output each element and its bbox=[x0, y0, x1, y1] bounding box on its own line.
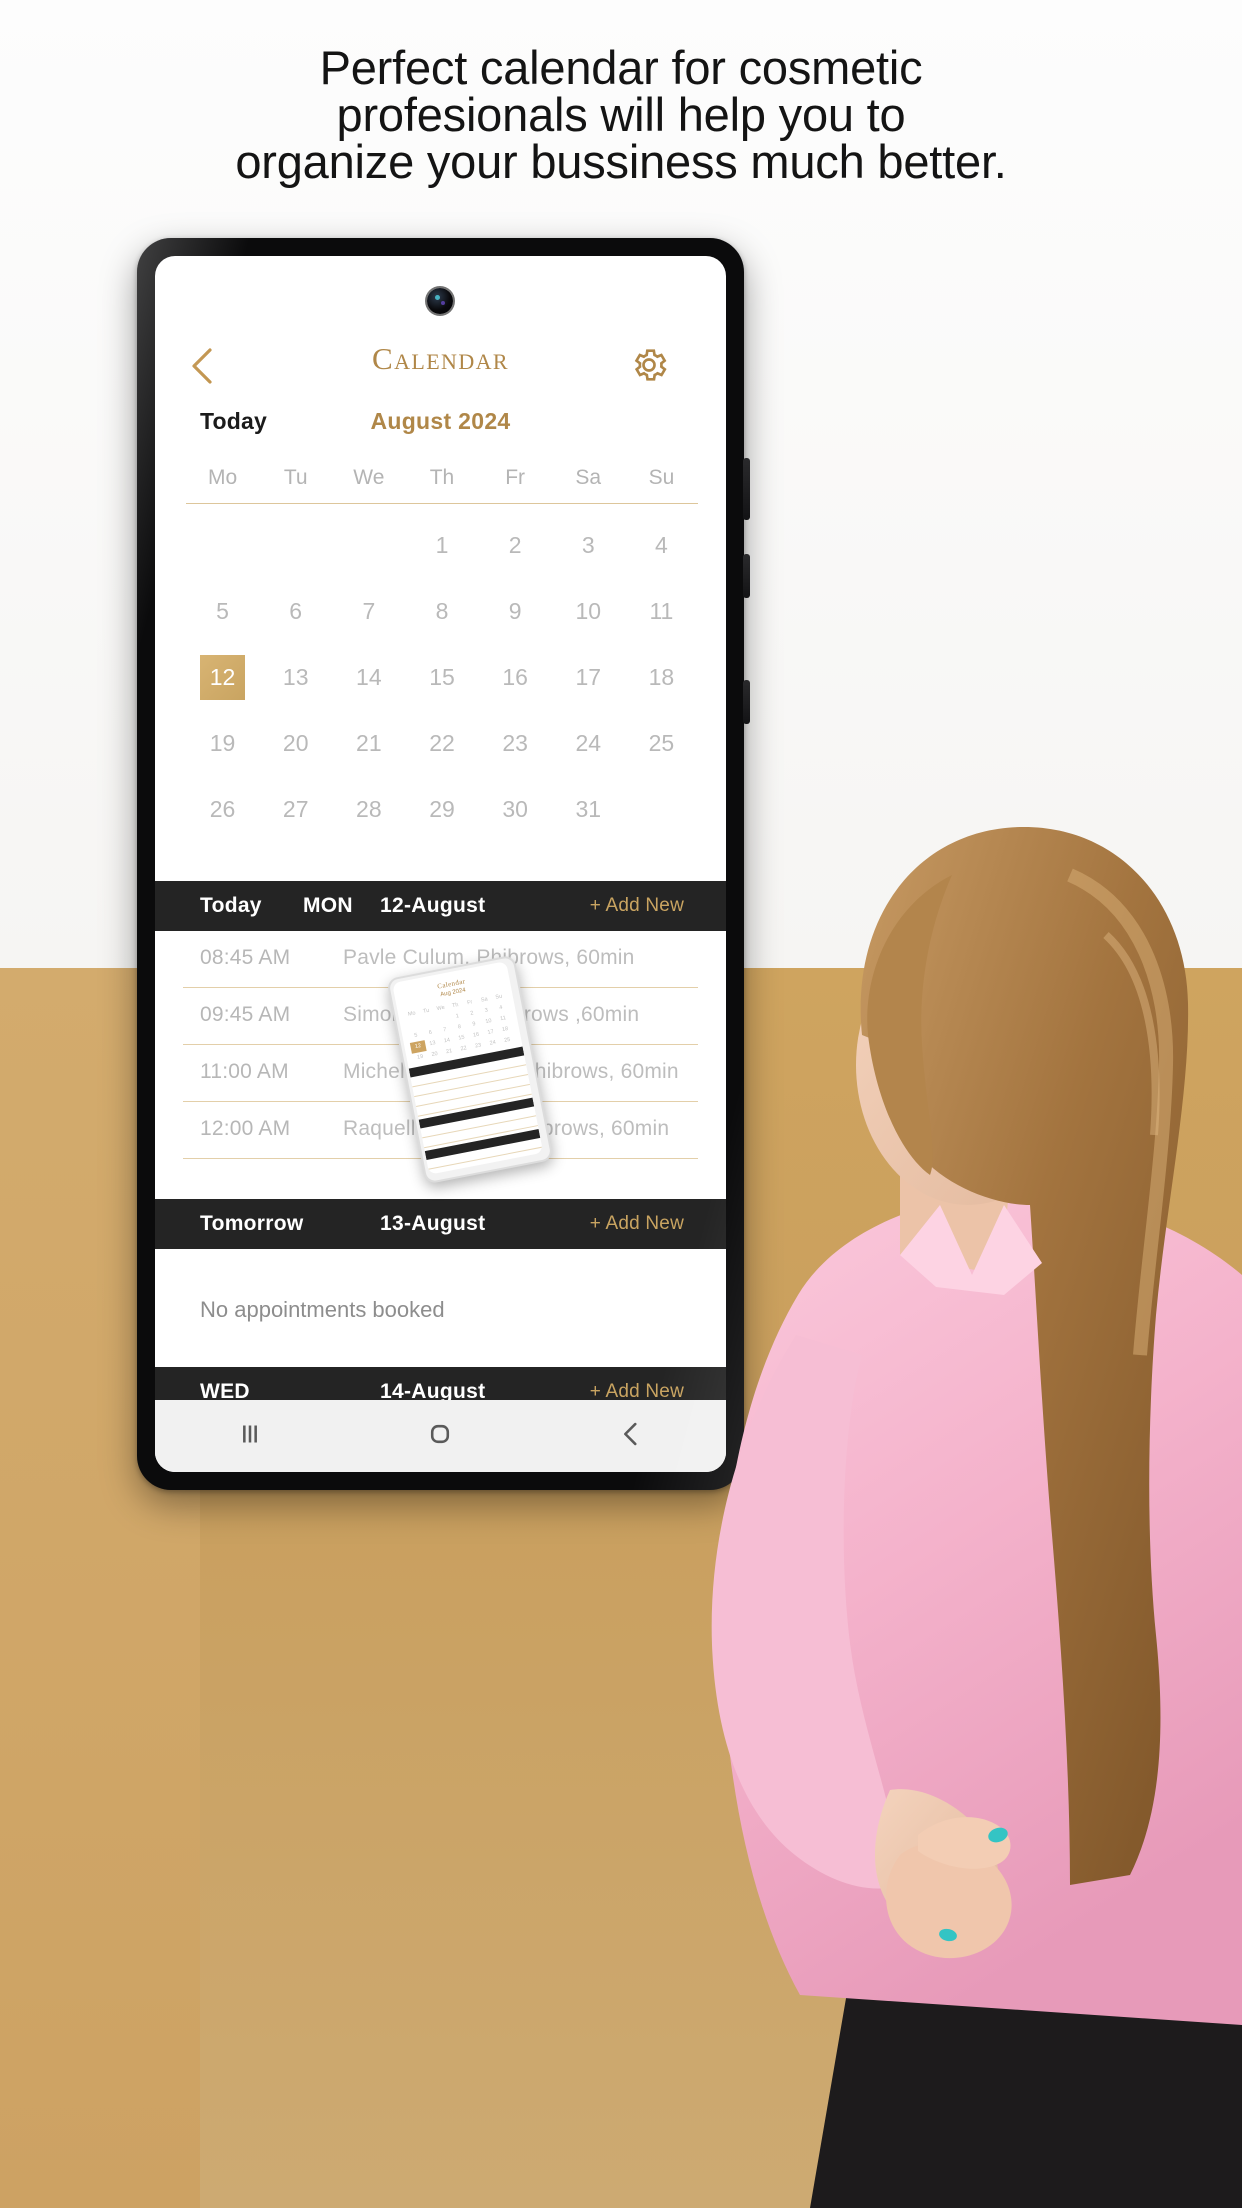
weekday-tu: Tu bbox=[283, 466, 308, 489]
front-camera-punch-hole bbox=[427, 288, 453, 314]
calendar-day[interactable]: 2 bbox=[479, 520, 552, 570]
calendar-divider bbox=[186, 503, 698, 504]
calendar-week-row: 12 13 14 15 16 17 18 bbox=[186, 652, 698, 702]
calendar-grid: Mo Tu We Th Fr Sa Su 1 2 3 4 5 6 7 8 9 1… bbox=[186, 466, 698, 834]
headline-line-2: profesionals will help you to bbox=[336, 88, 906, 141]
weekday-header-row: Mo Tu We Th Fr Sa Su bbox=[186, 466, 698, 503]
calendar-day[interactable]: 3 bbox=[552, 520, 625, 570]
empty-state-text: No appointments booked bbox=[200, 1297, 445, 1322]
app-header: Calendar bbox=[155, 339, 726, 395]
agenda-section-date: 12-August bbox=[380, 894, 486, 917]
calendar-day[interactable]: 24 bbox=[552, 718, 625, 768]
agenda-section-date: 13-August bbox=[380, 1212, 486, 1235]
headline-line-1: Perfect calendar for cosmetic bbox=[319, 41, 923, 94]
phone-side-button-volume-up[interactable] bbox=[743, 458, 750, 520]
calendar-day[interactable]: 29 bbox=[405, 784, 478, 834]
calendar-week-row: 5 6 7 8 9 10 11 bbox=[186, 586, 698, 636]
appointment-time: 09:45 AM bbox=[200, 1003, 291, 1026]
calendar-day[interactable]: 22 bbox=[405, 718, 478, 768]
appointment-time: 11:00 AM bbox=[200, 1060, 289, 1083]
agenda-section-header: Tomorrow 13-August + Add New bbox=[155, 1199, 726, 1249]
weekday-su: Su bbox=[648, 466, 675, 489]
calendar-day[interactable]: 23 bbox=[479, 718, 552, 768]
gear-icon[interactable] bbox=[629, 345, 669, 385]
weekday-mo: Mo bbox=[207, 466, 238, 489]
add-new-button[interactable]: + Add New bbox=[590, 895, 684, 917]
phone-screen: Calendar Today August 2024 Mo Tu We Th F… bbox=[155, 256, 726, 1472]
calendar-day[interactable]: 7 bbox=[332, 586, 405, 636]
calendar-week-row: 1 2 3 4 bbox=[186, 520, 698, 570]
calendar-day[interactable]: 9 bbox=[479, 586, 552, 636]
month-navigation-row: Today August 2024 bbox=[155, 408, 726, 444]
calendar-day[interactable]: 25 bbox=[625, 718, 698, 768]
calendar-day[interactable]: 14 bbox=[332, 652, 405, 702]
calendar-day[interactable]: 15 bbox=[405, 652, 478, 702]
agenda-section-label: Today bbox=[200, 894, 262, 917]
calendar-day[interactable]: 26 bbox=[186, 784, 259, 834]
appointment-time: 08:45 AM bbox=[200, 946, 291, 969]
calendar-day[interactable]: 5 bbox=[186, 586, 259, 636]
add-new-button[interactable]: + Add New bbox=[590, 1213, 684, 1235]
calendar-day[interactable]: 8 bbox=[405, 586, 478, 636]
page-headline: Perfect calendar for cosmetic profesiona… bbox=[0, 44, 1242, 185]
calendar-day[interactable]: 20 bbox=[259, 718, 332, 768]
calendar-day[interactable]: 6 bbox=[259, 586, 332, 636]
headline-line-3: organize your bussiness much better. bbox=[235, 135, 1007, 188]
calendar-day[interactable]: 31 bbox=[552, 784, 625, 834]
weekday-th: Th bbox=[429, 466, 455, 489]
current-month-label[interactable]: August 2024 bbox=[155, 408, 726, 435]
calendar-day[interactable]: 4 bbox=[625, 520, 698, 570]
calendar-day[interactable]: 21 bbox=[332, 718, 405, 768]
phone-side-button-volume-down[interactable] bbox=[743, 554, 750, 598]
calendar-day[interactable]: 10 bbox=[552, 586, 625, 636]
android-navigation-bar bbox=[155, 1400, 726, 1472]
calendar-week-row: 26 27 28 29 30 31 bbox=[186, 784, 698, 834]
calendar-day[interactable]: 11 bbox=[625, 586, 698, 636]
weekday-sa: Sa bbox=[575, 466, 602, 489]
phone-side-button-power[interactable] bbox=[743, 680, 750, 724]
calendar-day[interactable]: 16 bbox=[479, 652, 552, 702]
calendar-day[interactable]: 30 bbox=[479, 784, 552, 834]
recents-bars-icon[interactable] bbox=[233, 1417, 267, 1456]
nav-back-icon[interactable] bbox=[614, 1417, 648, 1456]
calendar-week-row: 19 20 21 22 23 24 25 bbox=[186, 718, 698, 768]
agenda-section-header: Today MON 12-August + Add New bbox=[155, 881, 726, 931]
calendar-day[interactable]: 18 bbox=[625, 652, 698, 702]
agenda-section-label: Tomorrow bbox=[200, 1212, 304, 1235]
home-circle-icon[interactable] bbox=[423, 1417, 457, 1456]
agenda-section-weekday: MON bbox=[303, 894, 353, 917]
calendar-day[interactable]: 1 bbox=[405, 520, 478, 570]
calendar-day[interactable]: 17 bbox=[552, 652, 625, 702]
phone-device-mockup: Calendar Today August 2024 Mo Tu We Th F… bbox=[137, 238, 750, 1490]
empty-state: No appointments booked bbox=[155, 1249, 726, 1367]
appointment-time: 12:00 AM bbox=[200, 1117, 291, 1140]
calendar-day[interactable]: 28 bbox=[332, 784, 405, 834]
weekday-fr: Fr bbox=[505, 466, 526, 489]
weekday-we: We bbox=[353, 466, 385, 489]
calendar-day[interactable]: 19 bbox=[186, 718, 259, 768]
calendar-day-selected[interactable]: 12 bbox=[186, 652, 259, 702]
calendar-day[interactable]: 27 bbox=[259, 784, 332, 834]
calendar-day[interactable]: 13 bbox=[259, 652, 332, 702]
